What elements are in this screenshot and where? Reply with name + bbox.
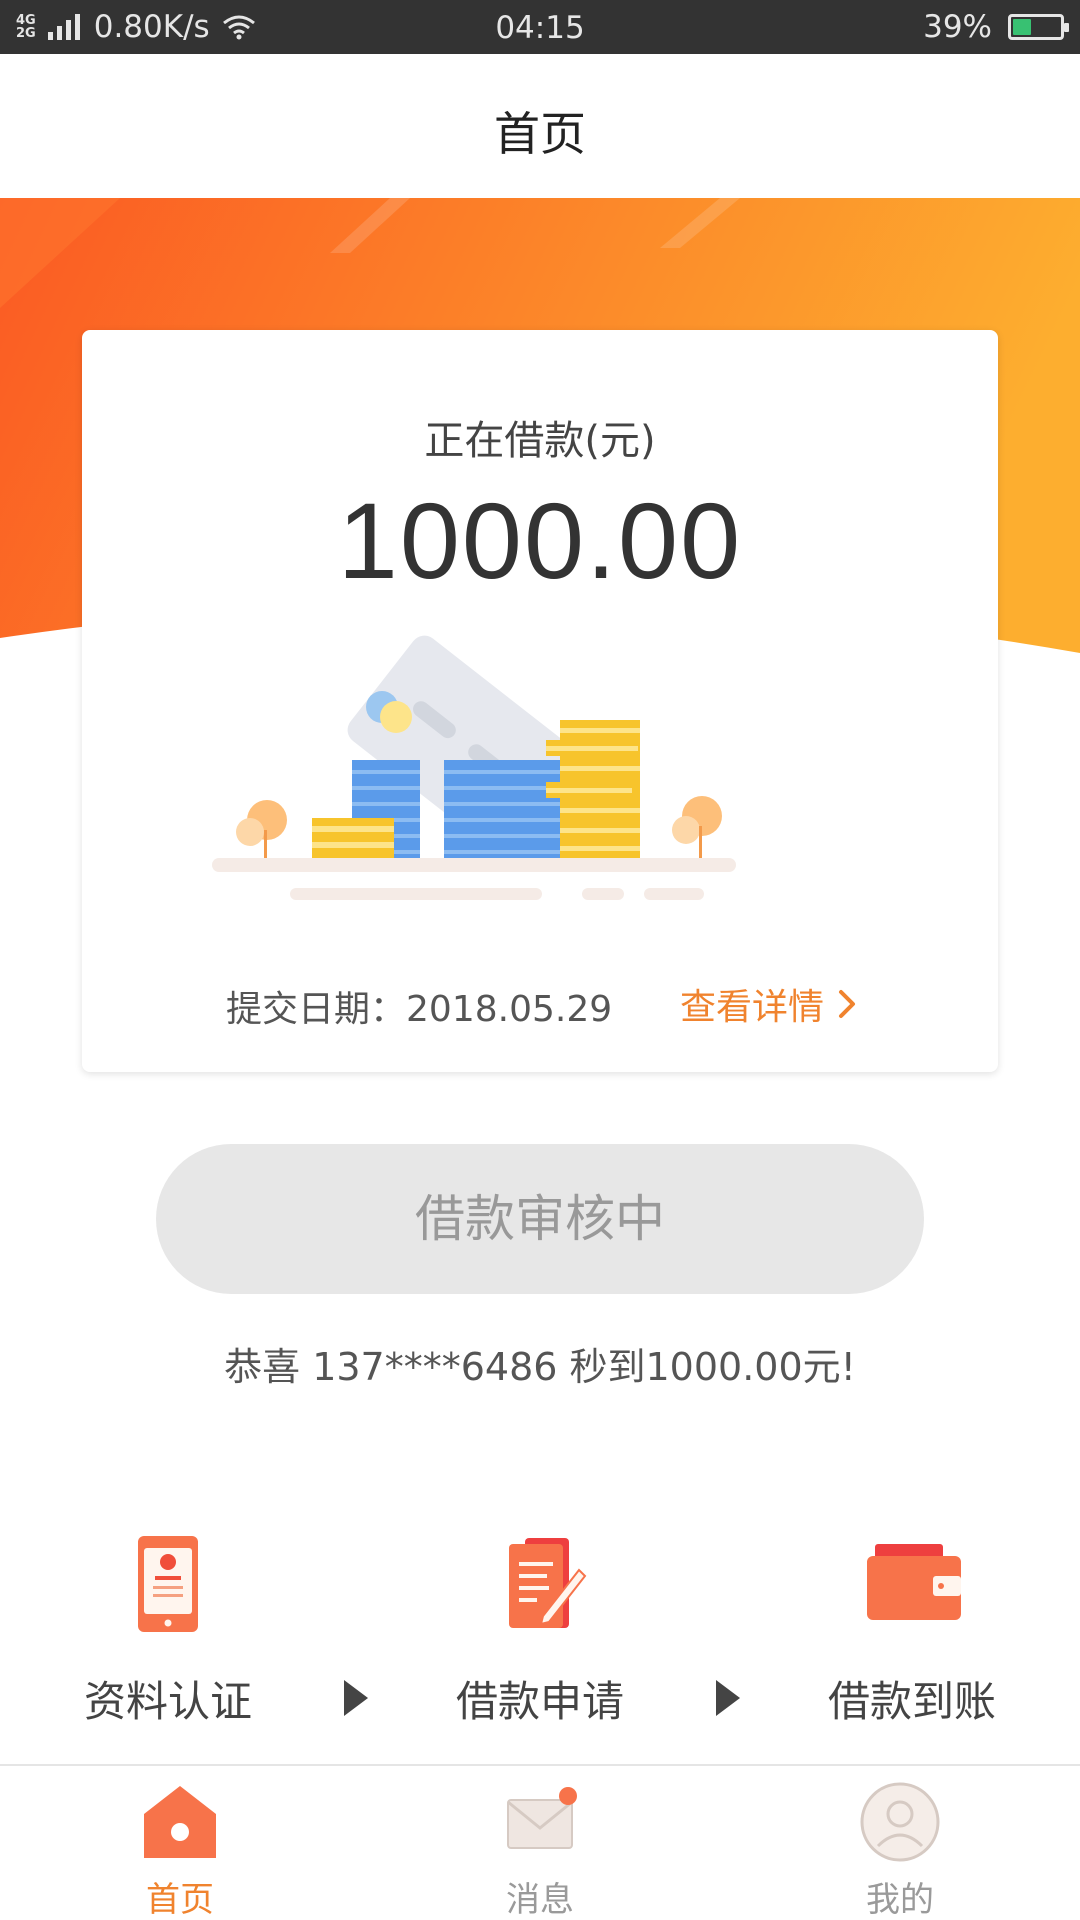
status-right: 39% (923, 8, 1069, 46)
process-steps: 资料认证 借款申请 借款到账 (0, 1530, 1080, 1730)
battery-icon (1008, 14, 1069, 40)
view-details-link[interactable]: 查看详情 (680, 978, 856, 1030)
app-header: 首页 (0, 54, 1080, 198)
loan-amount: 1000.00 (337, 480, 743, 601)
step-disbursement[interactable]: 借款到账 (792, 1530, 1032, 1729)
wallet-icon (867, 1544, 961, 1620)
tab-home-label: 首页 (146, 1880, 214, 1920)
status-bar: 4G 2G 0.80K/s 04:15 39% (0, 0, 1080, 54)
tab-messages-label: 消息 (506, 1880, 574, 1920)
message-icon (507, 1787, 577, 1849)
submit-date: 提交日期：2018.05.29 (226, 980, 612, 1032)
view-details-label: 查看详情 (679, 987, 824, 1028)
tab-profile[interactable]: 我的 (800, 1780, 1000, 1920)
step-verification-label: 资料认证 (83, 1677, 252, 1726)
step-verification[interactable]: 资料认证 (48, 1530, 288, 1729)
battery-percent: 39% (923, 9, 992, 45)
money-illustration (212, 635, 736, 900)
submit-date-label: 提交日期： (226, 989, 407, 1030)
step-disbursement-label: 借款到账 (827, 1677, 996, 1726)
loan-review-button[interactable]: 借款审核中 (156, 1144, 924, 1294)
chevron-right-icon (839, 990, 855, 1018)
profile-icon (860, 1782, 940, 1862)
status-time: 04:15 (495, 10, 585, 46)
document-pen-icon (509, 1538, 587, 1628)
step-application-label: 借款申请 (455, 1677, 624, 1726)
step-arrow-icon (344, 1680, 368, 1716)
id-card-icon (138, 1536, 198, 1632)
tab-profile-label: 我的 (866, 1880, 934, 1920)
page-title: 首页 (494, 107, 586, 161)
tab-messages[interactable]: 消息 (440, 1780, 640, 1920)
step-arrow-icon (716, 1680, 740, 1716)
step-application[interactable]: 借款申请 (420, 1530, 660, 1729)
loan-card: 正在借款(元) 1000.00 提交日期：2018.05.29 查看详情 (82, 330, 998, 1072)
bottom-tab-bar: 首页 消息 我的 (0, 1764, 1080, 1920)
battery-level (1013, 19, 1031, 35)
loan-amount-label: 正在借款(元) (424, 418, 656, 464)
congrats-message: 恭喜 137****6486 秒到1000.00元! (224, 1345, 856, 1389)
home-icon (144, 1786, 216, 1858)
submit-date-value: 2018.05.29 (406, 989, 613, 1030)
tab-home[interactable]: 首页 (80, 1780, 280, 1920)
